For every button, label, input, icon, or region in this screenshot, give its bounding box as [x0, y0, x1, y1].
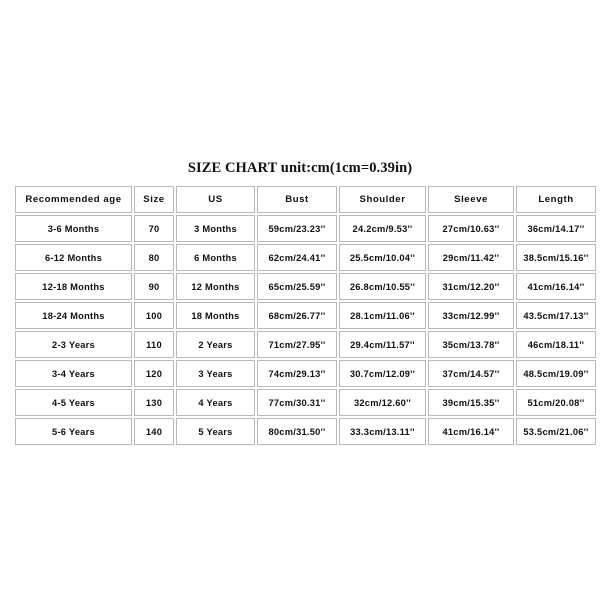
- cell-size: 100: [134, 302, 174, 329]
- cell-size: 130: [134, 389, 174, 416]
- cell-length: 43.5cm/17.13'': [516, 302, 596, 329]
- table-row: 3-6 Months 70 3 Months 59cm/23.23'' 24.2…: [15, 215, 596, 242]
- cell-length: 48.5cm/19.09'': [516, 360, 596, 387]
- cell-sleeve: 35cm/13.78'': [428, 331, 514, 358]
- cell-sleeve: 29cm/11.42'': [428, 244, 514, 271]
- cell-shoulder: 29.4cm/11.57'': [339, 331, 426, 358]
- cell-bust: 59cm/23.23'': [257, 215, 337, 242]
- cell-us: 2 Years: [176, 331, 255, 358]
- size-chart-table-container: Recommended age Size US Bust Shoulder Sl…: [13, 184, 596, 447]
- cell-us: 18 Months: [176, 302, 255, 329]
- size-chart-page: SIZE CHART unit:cm(1cm=0.39in) Recommend…: [0, 0, 600, 600]
- cell-bust: 80cm/31.50'': [257, 418, 337, 445]
- table-row: 6-12 Months 80 6 Months 62cm/24.41'' 25.…: [15, 244, 596, 271]
- cell-length: 41cm/16.14'': [516, 273, 596, 300]
- cell-shoulder: 32cm/12.60'': [339, 389, 426, 416]
- cell-us: 3 Years: [176, 360, 255, 387]
- cell-shoulder: 30.7cm/12.09'': [339, 360, 426, 387]
- cell-shoulder: 33.3cm/13.11'': [339, 418, 426, 445]
- table-row: 5-6 Years 140 5 Years 80cm/31.50'' 33.3c…: [15, 418, 596, 445]
- cell-sleeve: 27cm/10.63'': [428, 215, 514, 242]
- cell-bust: 74cm/29.13'': [257, 360, 337, 387]
- table-row: 12-18 Months 90 12 Months 65cm/25.59'' 2…: [15, 273, 596, 300]
- cell-sleeve: 37cm/14.57'': [428, 360, 514, 387]
- cell-sleeve: 41cm/16.14'': [428, 418, 514, 445]
- cell-bust: 68cm/26.77'': [257, 302, 337, 329]
- cell-bust: 65cm/25.59'': [257, 273, 337, 300]
- column-header-us: US: [176, 186, 255, 213]
- cell-sleeve: 39cm/15.35'': [428, 389, 514, 416]
- cell-length: 51cm/20.08'': [516, 389, 596, 416]
- column-header-length: Length: [516, 186, 596, 213]
- cell-us: 5 Years: [176, 418, 255, 445]
- cell-age: 2-3 Years: [15, 331, 132, 358]
- table-row: 4-5 Years 130 4 Years 77cm/30.31'' 32cm/…: [15, 389, 596, 416]
- cell-length: 36cm/14.17'': [516, 215, 596, 242]
- cell-shoulder: 24.2cm/9.53'': [339, 215, 426, 242]
- cell-age: 3-4 Years: [15, 360, 132, 387]
- table-row: 3-4 Years 120 3 Years 74cm/29.13'' 30.7c…: [15, 360, 596, 387]
- cell-shoulder: 28.1cm/11.06'': [339, 302, 426, 329]
- cell-length: 53.5cm/21.06'': [516, 418, 596, 445]
- cell-sleeve: 33cm/12.99'': [428, 302, 514, 329]
- table-row: 18-24 Months 100 18 Months 68cm/26.77'' …: [15, 302, 596, 329]
- table-row: 2-3 Years 110 2 Years 71cm/27.95'' 29.4c…: [15, 331, 596, 358]
- cell-age: 4-5 Years: [15, 389, 132, 416]
- cell-us: 12 Months: [176, 273, 255, 300]
- cell-bust: 71cm/27.95'': [257, 331, 337, 358]
- cell-size: 80: [134, 244, 174, 271]
- cell-age: 3-6 Months: [15, 215, 132, 242]
- column-header-shoulder: Shoulder: [339, 186, 426, 213]
- cell-age: 12-18 Months: [15, 273, 132, 300]
- column-header-bust: Bust: [257, 186, 337, 213]
- cell-size: 70: [134, 215, 174, 242]
- cell-size: 140: [134, 418, 174, 445]
- size-chart-table: Recommended age Size US Bust Shoulder Sl…: [13, 184, 598, 447]
- cell-shoulder: 26.8cm/10.55'': [339, 273, 426, 300]
- cell-size: 90: [134, 273, 174, 300]
- cell-age: 5-6 Years: [15, 418, 132, 445]
- cell-sleeve: 31cm/12.20'': [428, 273, 514, 300]
- cell-length: 38.5cm/15.16'': [516, 244, 596, 271]
- table-header-row: Recommended age Size US Bust Shoulder Sl…: [15, 186, 596, 213]
- column-header-recommended-age: Recommended age: [15, 186, 132, 213]
- cell-size: 110: [134, 331, 174, 358]
- column-header-sleeve: Sleeve: [428, 186, 514, 213]
- cell-us: 3 Months: [176, 215, 255, 242]
- cell-us: 4 Years: [176, 389, 255, 416]
- cell-us: 6 Months: [176, 244, 255, 271]
- cell-size: 120: [134, 360, 174, 387]
- cell-age: 6-12 Months: [15, 244, 132, 271]
- cell-bust: 77cm/30.31'': [257, 389, 337, 416]
- cell-length: 46cm/18.11'': [516, 331, 596, 358]
- cell-bust: 62cm/24.41'': [257, 244, 337, 271]
- cell-age: 18-24 Months: [15, 302, 132, 329]
- column-header-size: Size: [134, 186, 174, 213]
- cell-shoulder: 25.5cm/10.04'': [339, 244, 426, 271]
- page-title: SIZE CHART unit:cm(1cm=0.39in): [187, 160, 413, 176]
